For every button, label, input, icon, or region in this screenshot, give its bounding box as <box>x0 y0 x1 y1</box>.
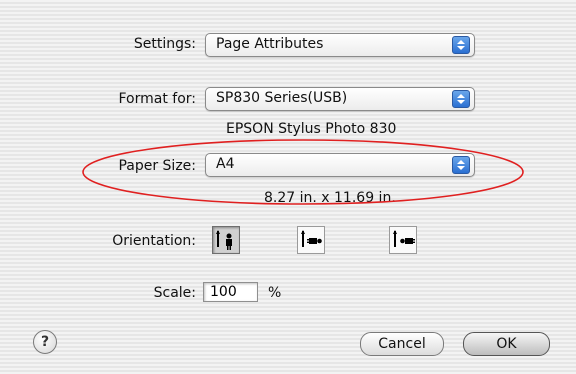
help-icon: ? <box>40 334 50 350</box>
orientation-landscape-left-button[interactable] <box>297 226 325 254</box>
orientation-landscape-right-button[interactable] <box>389 226 417 254</box>
ok-button[interactable]: OK <box>463 332 550 356</box>
scale-unit: % <box>268 285 282 301</box>
highlight-oval-annotation <box>82 139 524 205</box>
format-for-value: SP830 Series(USB) <box>216 90 348 106</box>
scale-input[interactable] <box>203 282 258 302</box>
popup-arrows-icon <box>452 36 470 54</box>
landscape-left-person-icon <box>301 230 322 247</box>
portrait-person-icon <box>216 230 232 250</box>
format-for-label: Format for: <box>118 91 196 107</box>
orientation-label: Orientation: <box>112 233 196 249</box>
popup-arrows-icon <box>452 90 470 108</box>
page-setup-dialog: Settings: Page Attributes Format for: SP… <box>0 0 576 374</box>
scale-label: Scale: <box>153 285 196 301</box>
format-for-popup[interactable]: SP830 Series(USB) <box>205 87 475 111</box>
cancel-button[interactable]: Cancel <box>360 332 444 356</box>
help-button[interactable]: ? <box>33 330 57 354</box>
landscape-right-person-icon <box>393 230 415 247</box>
orientation-portrait-button[interactable] <box>212 226 240 254</box>
settings-popup[interactable]: Page Attributes <box>205 33 475 57</box>
settings-label: Settings: <box>133 36 196 52</box>
settings-value: Page Attributes <box>216 36 324 52</box>
printer-description: EPSON Stylus Photo 830 <box>226 121 397 137</box>
